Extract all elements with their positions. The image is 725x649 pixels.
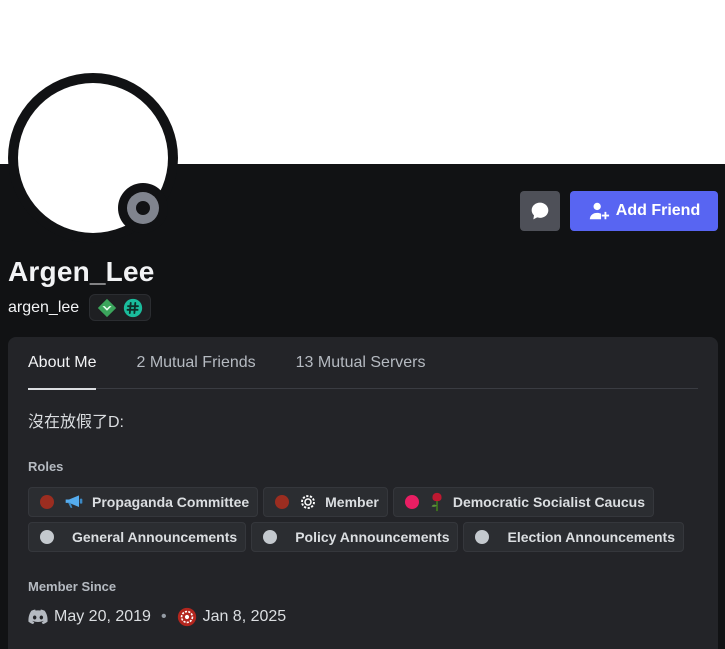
- hashtag-badge-icon[interactable]: [122, 297, 144, 319]
- role-color-dot: [475, 530, 490, 544]
- server-join-date: Jan 8, 2025: [202, 608, 287, 625]
- profile-card: About Me 2 Mutual Friends 13 Mutual Serv…: [8, 337, 718, 649]
- megaphone-icon: [64, 494, 84, 510]
- tab-about-me[interactable]: About Me: [28, 337, 97, 390]
- role-color-dot: [263, 530, 278, 544]
- role-label: Election Announcements: [507, 529, 675, 545]
- add-friend-label: Add Friend: [615, 202, 701, 219]
- gear-emblem-icon: [299, 493, 317, 511]
- server-icon[interactable]: [177, 607, 197, 627]
- chat-bubble-icon: [531, 202, 549, 220]
- profile-tabs: About Me 2 Mutual Friends 13 Mutual Serv…: [28, 337, 698, 390]
- role-election-announcements[interactable]: Election Announcements: [463, 522, 684, 552]
- role-label: Propaganda Committee: [92, 494, 250, 510]
- role-color-dot: [40, 495, 54, 509]
- role-label: Policy Announcements: [295, 529, 450, 545]
- roles-heading: Roles: [28, 459, 64, 474]
- add-friend-button[interactable]: Add Friend: [570, 191, 718, 231]
- message-button[interactable]: [520, 191, 560, 231]
- discord-join-date: May 20, 2019: [54, 608, 151, 625]
- username[interactable]: argen_lee: [8, 299, 79, 317]
- display-name: Argen_Lee: [8, 256, 155, 287]
- role-color-dot: [404, 495, 419, 509]
- role-label: Democratic Socialist Caucus: [452, 494, 646, 510]
- role-policy-announcements[interactable]: Policy Announcements: [251, 522, 459, 552]
- role-label: General Announcements: [72, 529, 238, 545]
- tab-mutual-servers[interactable]: 13 Mutual Servers: [296, 337, 426, 389]
- badge-list: [89, 294, 152, 321]
- status-indicator: [118, 183, 168, 233]
- role-label: Member: [325, 494, 379, 510]
- role-list: Propaganda Committee Member Democratic S…: [28, 487, 708, 552]
- role-general-announcements[interactable]: General Announcements: [28, 522, 247, 552]
- role-member[interactable]: Member: [263, 487, 388, 517]
- hypesquad-icon[interactable]: [96, 297, 118, 319]
- avatar-frame: [8, 73, 178, 243]
- member-since-row: May 20, 2019 • Jan 8, 2025: [28, 607, 286, 627]
- role-democratic-socialist-caucus[interactable]: Democratic Socialist Caucus: [392, 487, 655, 517]
- rose-icon: [429, 492, 445, 512]
- discord-logo-icon[interactable]: [28, 609, 48, 625]
- offline-status-icon: [127, 192, 159, 224]
- date-separator: •: [160, 608, 167, 625]
- bio-text: 沒在放假了D:: [28, 414, 125, 431]
- member-since-heading: Member Since: [28, 579, 117, 594]
- role-propaganda-committee[interactable]: Propaganda Committee: [28, 487, 259, 517]
- role-color-dot: [40, 530, 54, 544]
- username-row: argen_lee: [8, 294, 152, 321]
- tab-mutual-friends[interactable]: 2 Mutual Friends: [136, 337, 255, 389]
- role-color-dot: [275, 495, 290, 509]
- add-user-icon: [589, 202, 609, 220]
